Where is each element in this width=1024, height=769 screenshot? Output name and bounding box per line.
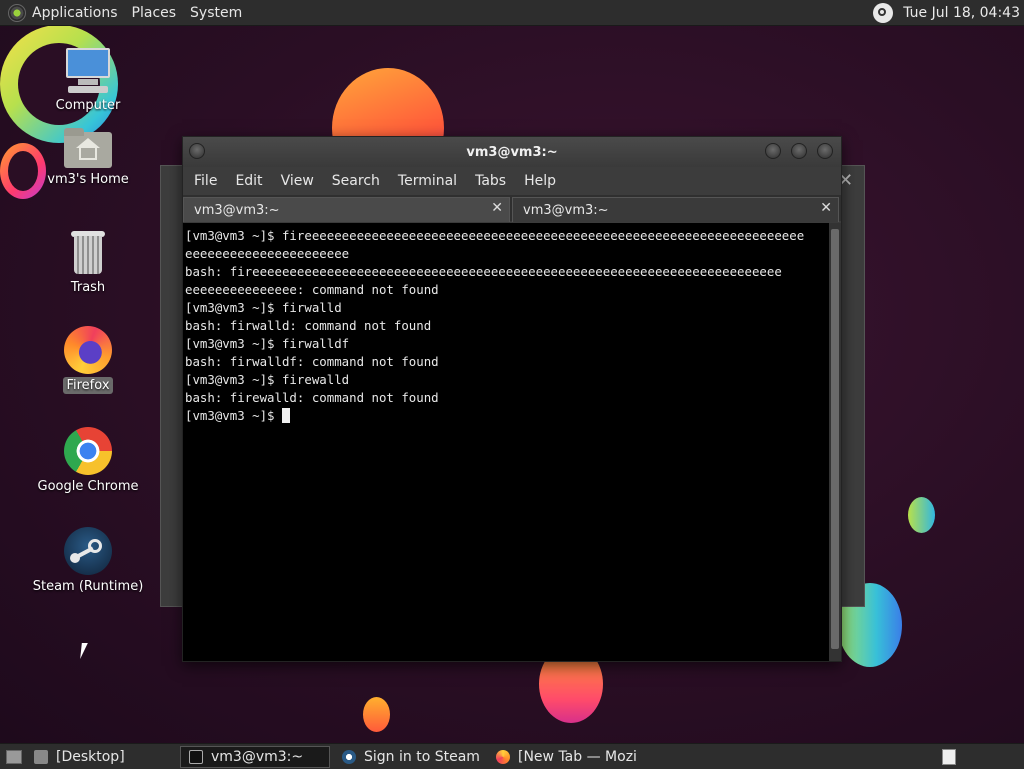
steam-icon <box>342 749 356 764</box>
desktop-icon-label: Firefox <box>63 377 113 394</box>
close-button[interactable] <box>817 143 833 159</box>
menu-file[interactable]: File <box>185 173 226 189</box>
desktop-icon-computer[interactable]: Computer <box>28 46 148 113</box>
menu-edit[interactable]: Edit <box>226 173 271 189</box>
terminal-line: bash: firwalld: command not found <box>185 318 432 333</box>
terminal-tab-2[interactable]: vm3@vm3:~ ✕ <box>512 197 839 222</box>
chrome-icon <box>64 427 112 475</box>
wallpaper-cyan-shape <box>908 497 935 533</box>
desktop-icon-chrome[interactable]: Google Chrome <box>28 427 148 494</box>
menu-view[interactable]: View <box>272 173 323 189</box>
terminal-tabbar: vm3@vm3:~ ✕ vm3@vm3:~ ✕ <box>183 195 841 222</box>
terminal-tab-1[interactable]: vm3@vm3:~ ✕ <box>183 197 510 222</box>
desktop-icon-home[interactable]: vm3's Home <box>28 128 148 187</box>
window-title: vm3@vm3:~ <box>466 144 558 160</box>
computer-icon <box>64 46 112 94</box>
window-titlebar[interactable]: vm3@vm3:~ <box>183 137 841 167</box>
terminal-line: bash: firwalldf: command not found <box>185 354 439 369</box>
clock[interactable]: Tue Jul 18, 04:43 <box>903 5 1020 21</box>
places-menu[interactable]: Places <box>132 5 177 21</box>
desktop-icon-label: Steam (Runtime) <box>32 579 144 594</box>
menu-help[interactable]: Help <box>515 173 565 189</box>
text-cursor <box>281 408 290 423</box>
terminal-line: bash: fireeeeeeeeeeeeeeeeeeeeeeeeeeeeeee… <box>185 264 782 279</box>
distro-logo-icon[interactable] <box>8 3 26 22</box>
tab-close-icon[interactable]: ✕ <box>820 200 832 216</box>
terminal-line: [vm3@vm3 ~]$ firwalldf <box>185 336 350 351</box>
system-menu[interactable]: System <box>190 5 242 21</box>
terminal-line: [vm3@vm3 ~]$ firewalld <box>185 372 350 387</box>
scrollbar-thumb[interactable] <box>831 229 839 649</box>
window-menu-button[interactable] <box>189 143 205 159</box>
firefox-icon <box>496 749 510 764</box>
desktop-icon <box>34 749 48 764</box>
taskbar-item-terminal[interactable]: vm3@vm3:~ <box>180 745 330 768</box>
wallpaper-small-orange-shape <box>363 697 390 732</box>
home-folder-icon <box>64 128 112 168</box>
taskbar-item-label: [Desktop] <box>56 748 125 765</box>
taskbar-item-label: [New Tab — Mozilla… <box>518 748 638 765</box>
terminal-line: [vm3@vm3 ~]$ fireeeeeeeeeeeeeeeeeeeeeeee… <box>185 228 805 243</box>
desktop-icon-label: vm3's Home <box>47 172 129 187</box>
menu-search[interactable]: Search <box>323 173 389 189</box>
desktop-icon-label: Google Chrome <box>37 479 139 494</box>
terminal-scrollbar[interactable] <box>829 223 841 661</box>
desktop-icon-firefox[interactable]: Firefox <box>28 326 148 394</box>
tab-label: vm3@vm3:~ <box>194 202 280 218</box>
minimize-button[interactable] <box>765 143 781 159</box>
top-panel: Applications Places System Tue Jul 18, 0… <box>0 0 1024 26</box>
mouse-pointer-icon <box>80 643 94 659</box>
taskbar-item-desktop[interactable]: [Desktop] <box>26 746 176 768</box>
workspace-switcher[interactable] <box>942 748 956 765</box>
desktop-icon-steam[interactable]: Steam (Runtime) <box>28 527 148 594</box>
menu-tabs[interactable]: Tabs <box>466 173 515 189</box>
desktop-icon-trash[interactable]: Trash <box>28 228 148 295</box>
steam-tray-icon[interactable] <box>873 2 894 23</box>
tab-label: vm3@vm3:~ <box>523 202 609 218</box>
taskbar-item-label: vm3@vm3:~ <box>211 748 304 765</box>
firefox-icon <box>64 326 112 374</box>
trash-icon <box>64 228 112 276</box>
bottom-taskbar: [Desktop] vm3@vm3:~ Sign in to Steam [Ne… <box>0 743 1024 769</box>
terminal-icon <box>189 749 203 764</box>
tab-close-icon[interactable]: ✕ <box>491 200 503 216</box>
menu-terminal[interactable]: Terminal <box>389 173 466 189</box>
maximize-button[interactable] <box>791 143 807 159</box>
desktop-icon-label: Trash <box>70 280 106 295</box>
taskbar-item-steam[interactable]: Sign in to Steam <box>334 746 484 768</box>
show-desktop-icon[interactable] <box>6 749 22 764</box>
applications-menu[interactable]: Applications <box>32 5 118 21</box>
taskbar-item-firefox[interactable]: [New Tab — Mozilla… <box>488 746 638 768</box>
desktop-icon-label: Computer <box>55 98 121 113</box>
terminal-prompt: [vm3@vm3 ~]$ <box>185 408 282 423</box>
terminal-menubar: File Edit View Search Terminal Tabs Help <box>183 167 841 195</box>
terminal-text: [vm3@vm3 ~]$ fireeeeeeeeeeeeeeeeeeeeeeee… <box>185 227 827 425</box>
terminal-line: [vm3@vm3 ~]$ firwalld <box>185 300 342 315</box>
terminal-line: eeeeeeeeeeeeeeeeeeeeee <box>185 246 350 261</box>
taskbar-item-label: Sign in to Steam <box>364 748 480 765</box>
panel-tray: Tue Jul 18, 04:43 <box>873 2 1020 23</box>
steam-icon <box>64 527 112 575</box>
terminal-output-area[interactable]: [vm3@vm3 ~]$ fireeeeeeeeeeeeeeeeeeeeeeee… <box>183 223 841 661</box>
terminal-line: eeeeeeeeeeeeeee: command not found <box>185 282 439 297</box>
terminal-window: vm3@vm3:~ File Edit View Search Terminal… <box>182 136 842 662</box>
terminal-line: bash: firewalld: command not found <box>185 390 439 405</box>
